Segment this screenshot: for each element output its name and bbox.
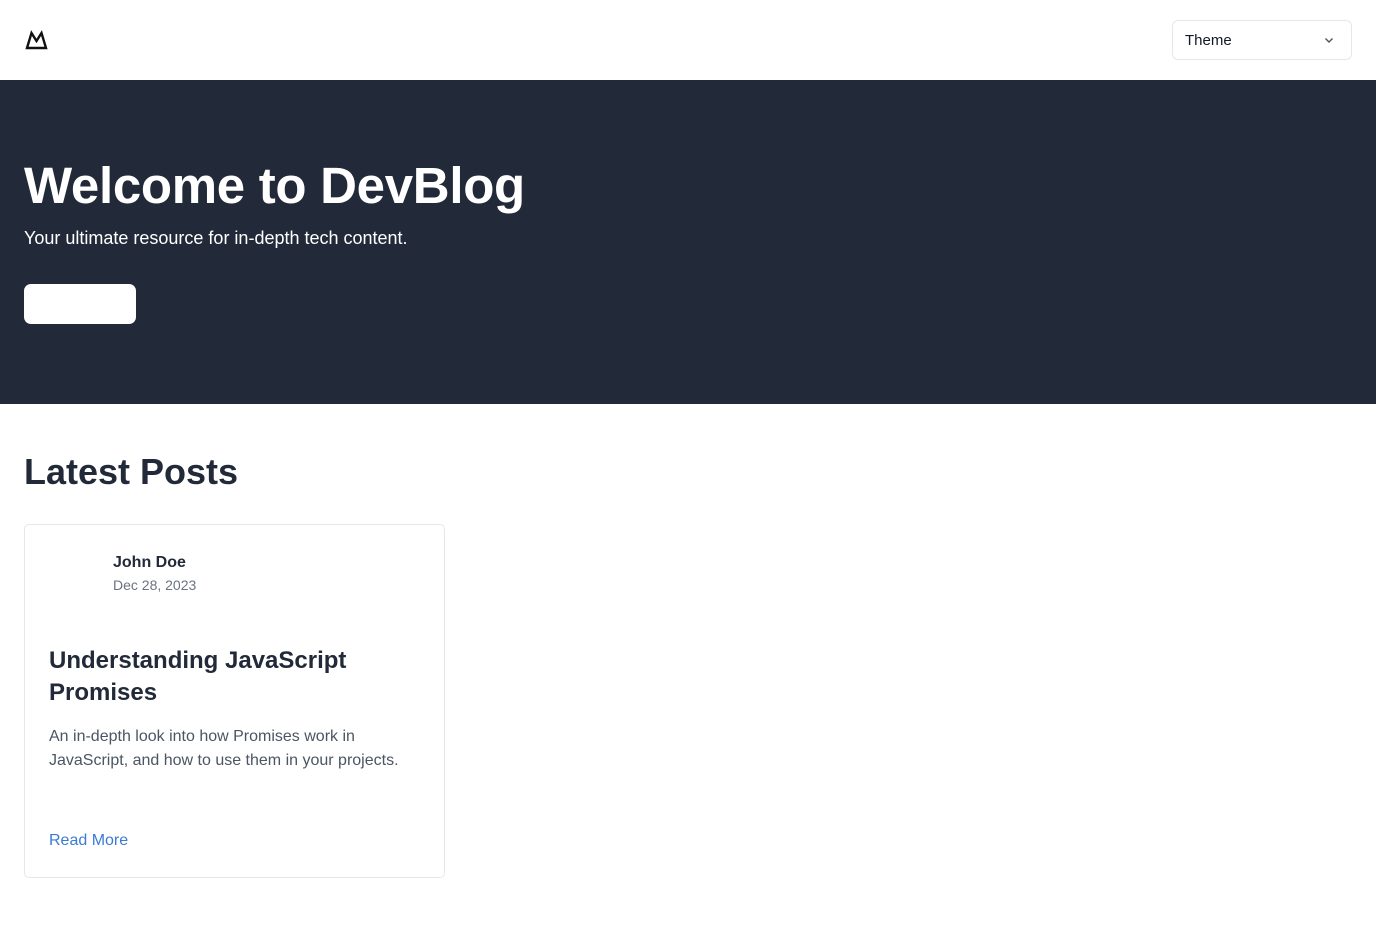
post-date: Dec 28, 2023 (113, 577, 197, 593)
mountain-logo-icon[interactable] (25, 29, 48, 51)
post-excerpt: An in-depth look into how Promises work … (49, 728, 399, 769)
avatar (49, 551, 89, 591)
hero-cta-button[interactable] (24, 284, 136, 324)
latest-posts-heading: Latest Posts (24, 451, 239, 492)
top-navbar: Theme (0, 0, 1376, 80)
theme-select[interactable]: Theme (1172, 20, 1352, 60)
post-author: John Doe (113, 554, 186, 571)
hero-subtitle: Your ultimate resource for in-depth tech… (24, 228, 408, 248)
chevron-down-icon (1323, 34, 1335, 46)
theme-select-value: Theme (1185, 31, 1232, 49)
read-more-link[interactable]: Read More (49, 830, 128, 852)
post-title[interactable]: Understanding JavaScript Promises (49, 645, 419, 709)
post-card: John Doe Dec 28, 2023 Understanding Java… (24, 524, 445, 878)
hero-title: Welcome to DevBlog (24, 157, 525, 214)
hero-banner: Welcome to DevBlog Your ultimate resourc… (0, 80, 1376, 404)
